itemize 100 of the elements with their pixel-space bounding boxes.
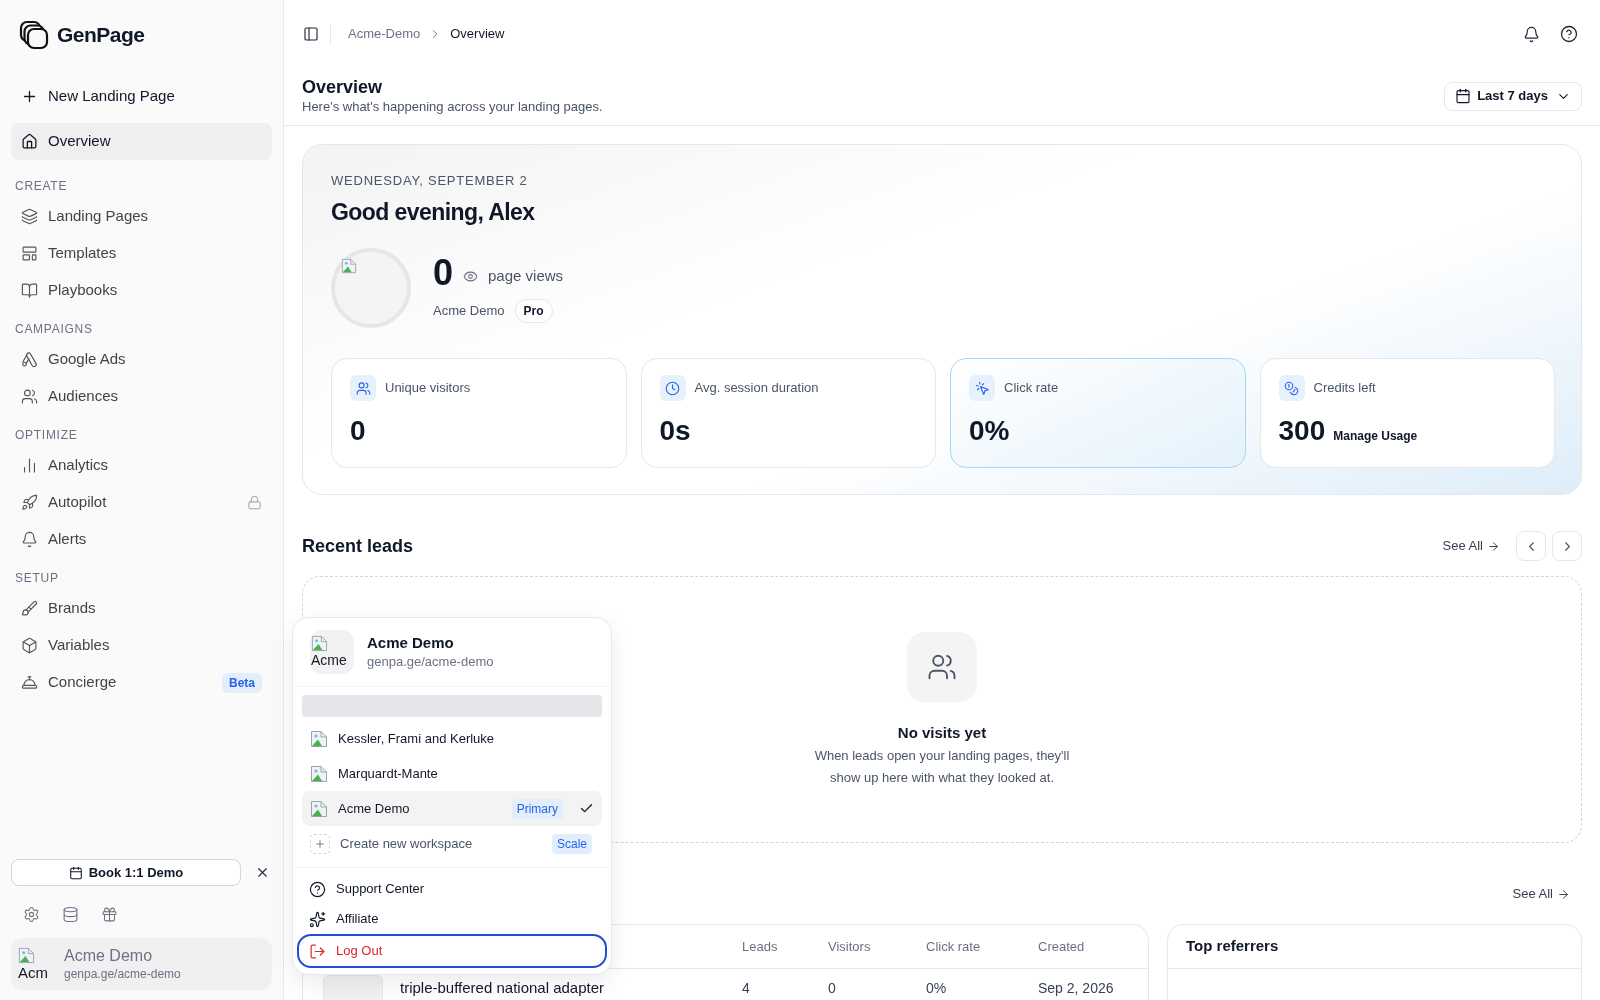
coins-icon [1278, 375, 1305, 401]
nav-item[interactable]: Templates [11, 235, 272, 272]
book-demo-button[interactable]: Book 1:1 Demo [11, 859, 241, 886]
clock-icon [659, 375, 686, 401]
plan-badge: Primary [511, 798, 563, 819]
section-label: CREATE [14, 178, 69, 195]
account-card[interactable]: Acm Acme Demo genpa.ge/acme-demo [11, 938, 272, 990]
arrow-right-icon [1557, 887, 1570, 901]
brush-icon [21, 600, 38, 617]
table-cell-text: 0% [926, 979, 948, 997]
nav-item[interactable]: Analytics [11, 447, 272, 484]
date-range-button[interactable]: Last 7 days [1444, 81, 1582, 111]
workspace-item[interactable]: Acme Demo Primary [302, 791, 602, 826]
layers-icon [21, 208, 38, 225]
service-bell-icon [21, 674, 38, 691]
logo-icon [19, 20, 49, 50]
views-count: 0 [433, 253, 454, 293]
close-icon[interactable] [255, 865, 270, 880]
section-title: Recent leads [302, 534, 414, 558]
page-subtitle: Here's what's happening across your landing pages. [302, 98, 603, 116]
see-all-link[interactable]: See All [1512, 884, 1570, 904]
see-all-link[interactable]: See All [1442, 536, 1500, 556]
gift-icon[interactable] [101, 905, 118, 923]
arrow-right-icon [1487, 539, 1500, 553]
account-name: Acme Demo [64, 946, 154, 966]
nav-item[interactable]: Google Ads [11, 341, 272, 378]
section-label: OPTIMIZE [14, 427, 79, 444]
calendar-icon [68, 865, 83, 880]
card-title: Top referrers [1186, 936, 1279, 957]
stat-value: 0% [969, 415, 1010, 447]
stat-value: 0 [350, 415, 366, 447]
broken-image-icon [341, 258, 357, 274]
broken-image-icon [310, 799, 328, 818]
table-cell-text: 0 [828, 979, 837, 997]
pointer-click-icon [969, 375, 995, 401]
column-header: Created [1038, 937, 1086, 956]
date-label: WEDNESDAY, SEPTEMBER 2 [331, 173, 529, 189]
database-icon[interactable] [62, 905, 79, 923]
dashed-plus-icon [310, 833, 330, 854]
account-url: genpa.ge/acme-demo [64, 966, 181, 982]
book-icon [21, 282, 38, 299]
avatar-alt-text: Acm [18, 963, 48, 982]
nav-item[interactable]: Overview [11, 123, 272, 160]
page-name[interactable]: triple-buffered national adapter [400, 979, 605, 997]
logout-icon [309, 942, 326, 960]
plan-badge: Pro [514, 299, 553, 323]
workspace-item[interactable]: Marquardt-Mante [302, 756, 602, 791]
users-icon [21, 388, 38, 405]
broken-image-icon [310, 764, 328, 783]
nav-item[interactable]: Alerts [11, 521, 272, 558]
stat-value: 300 [1278, 415, 1326, 447]
manage-usage-link[interactable]: Manage Usage [1333, 427, 1418, 445]
create-workspace-item[interactable]: Create new workspace Scale [302, 826, 602, 861]
calendar-icon [1455, 88, 1472, 104]
broken-image-icon [310, 729, 328, 748]
empty-title: No visits yet [897, 723, 987, 743]
section-label: CAMPAIGNS [14, 321, 94, 338]
stat-label: Unique visitors [385, 379, 471, 398]
nav-item[interactable]: Concierge Beta [11, 664, 272, 701]
nav-item[interactable]: Variables [11, 627, 272, 664]
help-button[interactable] [1558, 23, 1580, 45]
help-icon [1560, 25, 1578, 43]
greeting: Good evening, Alex [331, 198, 536, 226]
new-landing-page-button[interactable]: New Landing Page [11, 78, 272, 115]
eye-icon [463, 268, 479, 284]
nav-item[interactable]: Landing Pages [11, 198, 272, 235]
table-cell-text: 4 [742, 979, 751, 997]
bell-icon [1523, 25, 1540, 43]
plus-icon [21, 88, 38, 105]
rocket-icon [21, 494, 38, 511]
nav-item[interactable]: Audiences [11, 378, 272, 415]
breadcrumb-item[interactable]: Acme-Demo [348, 24, 421, 44]
empty-description: When leads open your landing pages, they'll show up here with what they looked at. [813, 747, 1071, 787]
menu-link[interactable]: Affiliate [297, 904, 607, 934]
brand-name: GenPage [57, 22, 145, 49]
settings-icon[interactable] [23, 905, 40, 923]
workspace-label: Acme Demo [433, 302, 505, 321]
column-header: Click rate [926, 937, 982, 956]
page-title: Overview [302, 76, 384, 98]
menu-link[interactable]: Log Out [297, 934, 607, 968]
nav-item[interactable]: Playbooks [11, 272, 272, 309]
nav-item[interactable]: Autopilot [11, 484, 272, 521]
bar-chart-icon [21, 457, 38, 474]
menu-link[interactable]: Support Center [297, 874, 607, 904]
layout-icon [21, 245, 38, 262]
nav-item[interactable]: Brands [11, 590, 272, 627]
column-header: Visitors [828, 937, 872, 956]
help-icon [309, 880, 326, 898]
table-cell-text: Sep 2, 2026 [1038, 979, 1115, 997]
column-header: Leads [742, 937, 779, 956]
stat-label: Click rate [1004, 379, 1059, 398]
section-label: SETUP [14, 570, 60, 587]
workspace-name: Acme Demo [367, 633, 455, 653]
bell-icon [21, 531, 38, 548]
cube-icon [21, 637, 38, 654]
workspace-item[interactable]: Kessler, Frami and Kerluke [302, 721, 602, 756]
broken-image-icon [18, 946, 35, 964]
stat-label: Avg. session duration [694, 379, 819, 398]
stat-label: Credits left [1313, 379, 1376, 398]
sparkle-icon [309, 910, 326, 928]
